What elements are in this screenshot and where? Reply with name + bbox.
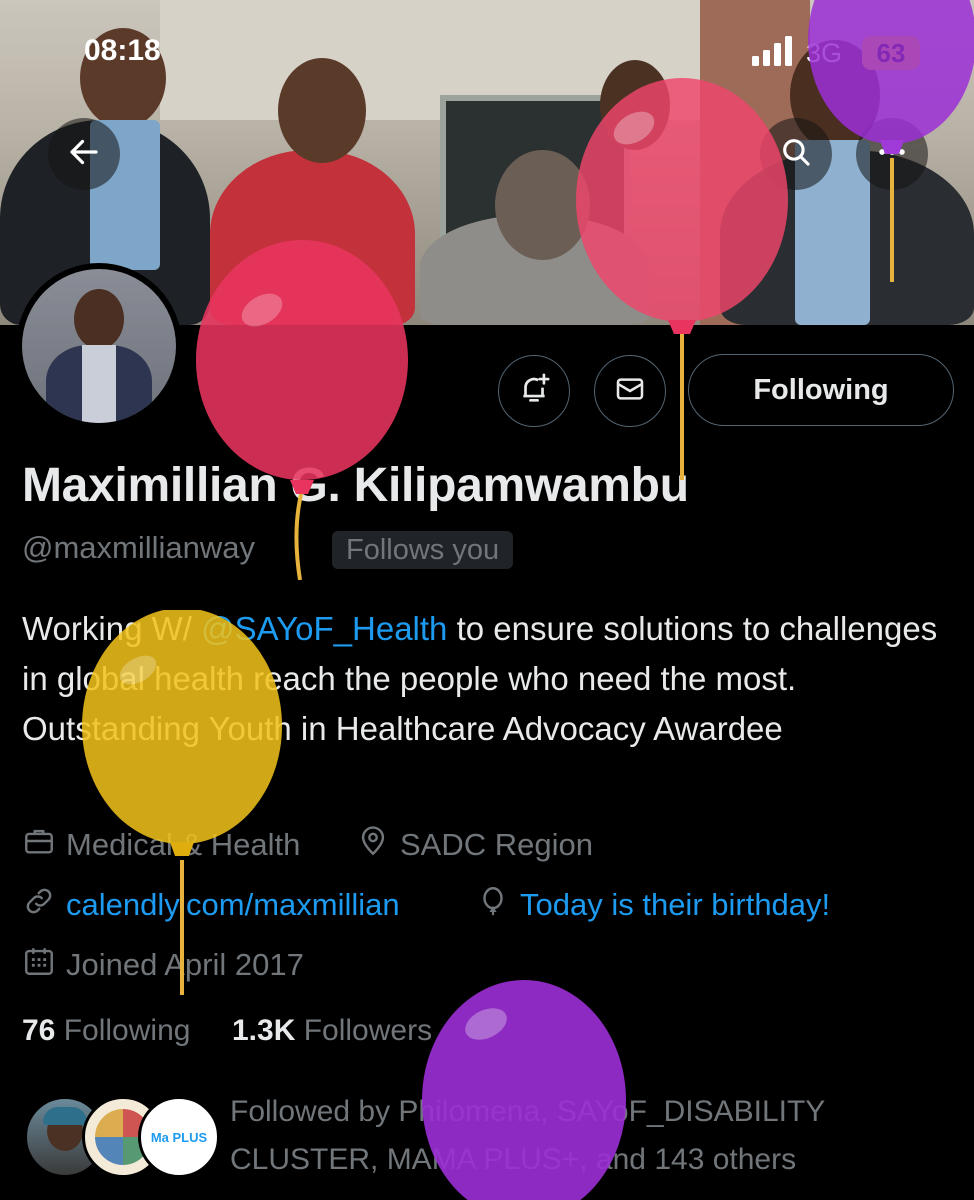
pink-balloon-decoration-2 bbox=[576, 78, 788, 480]
back-button[interactable] bbox=[48, 118, 120, 190]
location-pin-icon bbox=[356, 824, 390, 866]
briefcase-icon bbox=[22, 824, 56, 866]
following-label: Following bbox=[63, 1014, 191, 1047]
bell-plus-icon bbox=[517, 372, 551, 411]
birthday-label: Today is their birthday! bbox=[520, 887, 831, 922]
followers-label: Followers bbox=[303, 1014, 433, 1047]
mini-avatar-text: Ma PLUS bbox=[150, 1129, 208, 1145]
followed-by-avatar[interactable]: Ma PLUS bbox=[138, 1096, 220, 1178]
notify-button[interactable] bbox=[498, 355, 570, 427]
purple-balloon-decoration bbox=[422, 980, 626, 1200]
signal-icon bbox=[752, 34, 796, 68]
profile-avatar[interactable] bbox=[16, 263, 182, 429]
calendar-icon bbox=[22, 944, 56, 986]
followers-count: 1.3K bbox=[232, 1014, 296, 1047]
status-time: 08:18 bbox=[84, 34, 161, 67]
profile-location: SADC Region bbox=[356, 824, 593, 866]
profile-birthday: Today is their birthday! bbox=[476, 884, 830, 926]
following-count: 76 bbox=[22, 1014, 56, 1047]
purple-balloon-decoration-2 bbox=[808, 0, 974, 282]
followers-stat[interactable]: 1.3K Followers bbox=[232, 1014, 432, 1048]
yellow-balloon-decoration bbox=[82, 610, 282, 995]
pink-balloon-decoration bbox=[196, 240, 408, 580]
balloon-icon bbox=[476, 884, 510, 926]
following-stat[interactable]: 76 Following bbox=[22, 1014, 190, 1048]
link-icon bbox=[22, 884, 56, 926]
back-arrow-icon bbox=[66, 134, 102, 175]
location-label: SADC Region bbox=[400, 827, 593, 862]
